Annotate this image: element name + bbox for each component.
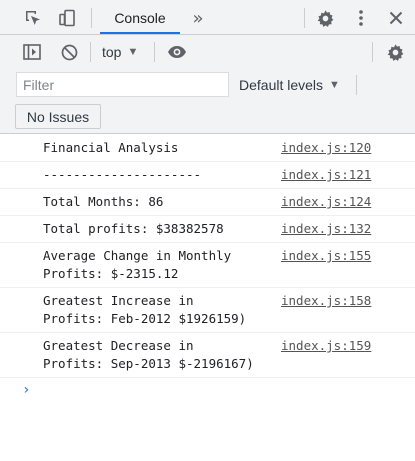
filter-input[interactable]	[16, 72, 229, 97]
sidebar-toggle-icon[interactable]	[21, 41, 43, 63]
console-message: Total profits: $38382578 index.js:132	[0, 216, 415, 243]
toolbar-separator	[154, 42, 155, 62]
log-levels-label: Default levels	[239, 76, 324, 93]
context-selector[interactable]: top ▼	[102, 35, 138, 68]
kebab-menu-icon[interactable]	[351, 7, 371, 29]
live-expression-eye-icon[interactable]	[165, 41, 189, 63]
console-message: Financial Analysis index.js:120	[0, 135, 415, 162]
source-link[interactable]: index.js:155	[281, 247, 371, 265]
caret-down-icon: ▼	[127, 45, 139, 58]
console-message: Average Change in Monthly Profits: $-231…	[0, 243, 415, 288]
prompt-chevron-icon[interactable]: ›	[22, 382, 30, 398]
log-levels-dropdown[interactable]: Default levels ▼	[239, 72, 340, 97]
source-link[interactable]: index.js:132	[281, 220, 371, 238]
issues-button[interactable]: No Issues	[15, 104, 101, 129]
toolbar-separator	[372, 42, 373, 62]
console-message: --------------------- index.js:121	[0, 162, 415, 189]
console-settings-gear-icon[interactable]	[384, 41, 406, 63]
caret-down-icon: ▼	[329, 78, 340, 91]
console-messages: Financial Analysis index.js:120 ----------…	[0, 135, 415, 378]
console-message: Greatest Increase in Profits: Feb-2012 $…	[0, 288, 415, 333]
more-tabs-button[interactable]: »	[188, 7, 208, 29]
source-link[interactable]: index.js:121	[281, 166, 371, 184]
tab-active-indicator	[100, 32, 180, 34]
tabbar-separator	[304, 8, 305, 28]
tab-console[interactable]: Console	[100, 0, 180, 35]
source-link[interactable]: index.js:124	[281, 193, 371, 211]
context-label: top	[102, 43, 122, 60]
console-message-text: Greatest Increase in Profits: Feb-2012 $…	[43, 293, 247, 326]
settings-gear-icon[interactable]	[314, 7, 336, 29]
toolbar-separator	[90, 42, 91, 62]
inspect-element-icon[interactable]	[22, 7, 44, 29]
clear-console-icon[interactable]	[58, 41, 80, 63]
source-link[interactable]: index.js:159	[281, 337, 371, 355]
console-message-text: Financial Analysis	[43, 140, 179, 155]
device-toolbar-icon[interactable]	[56, 7, 78, 29]
console-message-text: Greatest Decrease in Profits: Sep-2013 $…	[43, 338, 254, 371]
tabbar-separator	[91, 8, 92, 28]
close-icon[interactable]	[385, 7, 407, 29]
console-message: Greatest Decrease in Profits: Sep-2013 $…	[0, 333, 415, 378]
console-message-text: ---------------------	[43, 167, 202, 182]
source-link[interactable]: index.js:120	[281, 139, 371, 157]
console-message-text: Total Months: 86	[43, 194, 164, 209]
console-message: Total Months: 86 index.js:124	[0, 189, 415, 216]
toolbar-separator	[356, 75, 357, 95]
console-message-text: Total profits: $38382578	[43, 221, 224, 236]
console-message-text: Average Change in Monthly Profits: $-231…	[43, 248, 232, 281]
source-link[interactable]: index.js:158	[281, 292, 371, 310]
